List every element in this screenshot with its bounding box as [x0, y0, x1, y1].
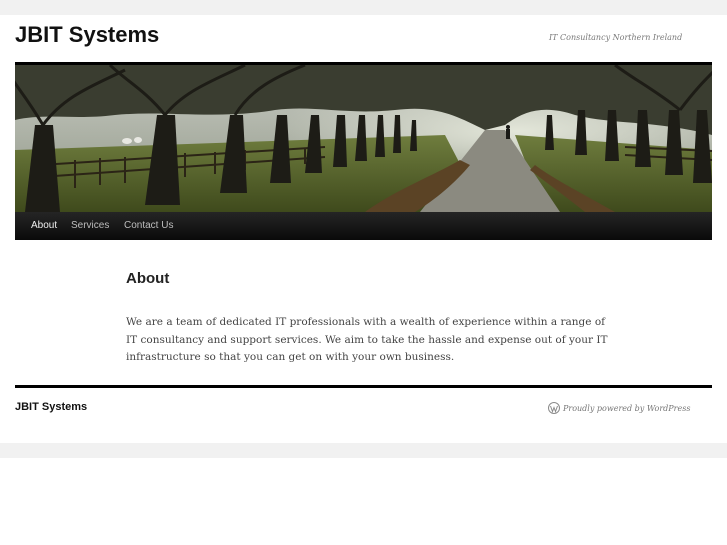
bottom-background-band: [0, 443, 727, 458]
header-image[interactable]: [15, 65, 712, 212]
powered-by-link[interactable]: Proudly powered by WordPress: [548, 402, 690, 414]
site-tagline: IT Consultancy Northern Ireland: [549, 33, 683, 42]
footer-site-name[interactable]: JBIT Systems: [15, 401, 87, 413]
nav-item-about[interactable]: About: [31, 212, 57, 240]
top-background-band: [0, 0, 727, 15]
nav-item-contact-us[interactable]: Contact Us: [124, 212, 173, 240]
footer-rule: [15, 385, 712, 388]
page-content: We are a team of dedicated IT profession…: [126, 316, 608, 363]
wordpress-icon: [548, 402, 560, 414]
site-title[interactable]: JBIT Systems: [15, 22, 159, 48]
page-title: About: [126, 270, 170, 287]
main-navigation: About Services Contact Us: [15, 212, 712, 240]
powered-by-text: Proudly powered by WordPress: [563, 403, 691, 413]
nav-item-services[interactable]: Services: [71, 212, 109, 240]
